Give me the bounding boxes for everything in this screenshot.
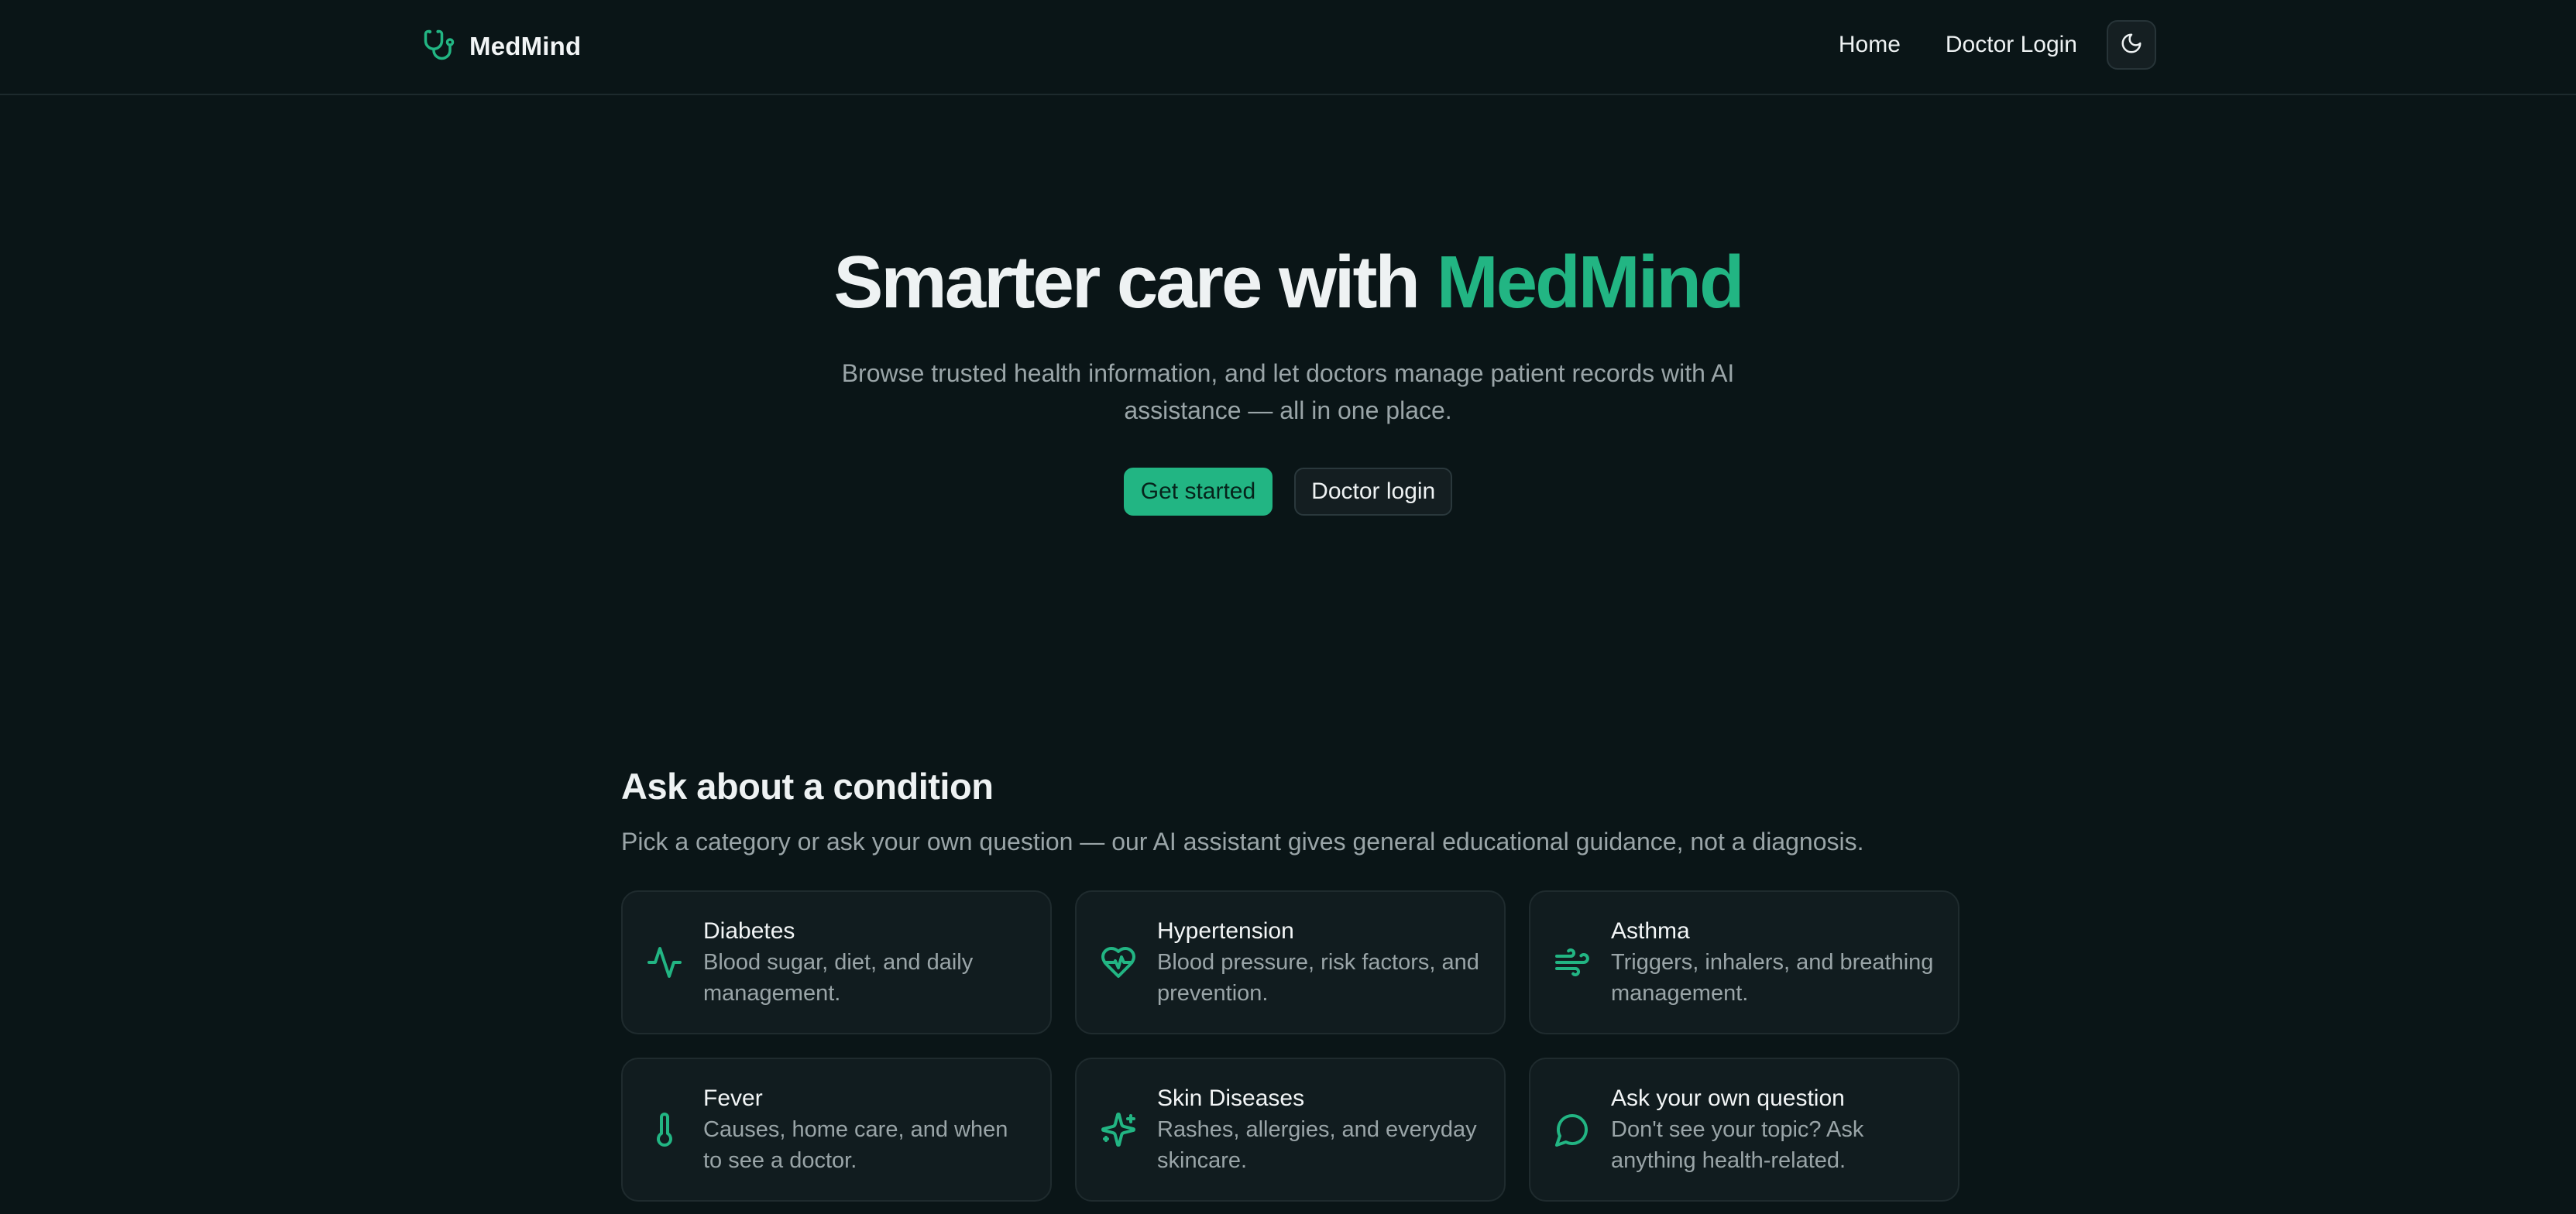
condition-card-title: Fever bbox=[703, 1085, 763, 1111]
condition-card-diabetes[interactable]: Diabetes Blood sugar, diet, and daily ma… bbox=[621, 890, 1052, 1034]
condition-card-skin-diseases[interactable]: Skin Diseases Rashes, allergies, and eve… bbox=[1075, 1058, 1506, 1202]
condition-card-hypertension[interactable]: Hypertension Blood pressure, risk factor… bbox=[1075, 890, 1506, 1034]
doctor-login-button[interactable]: Doctor login bbox=[1294, 468, 1453, 516]
condition-card-title: Skin Diseases bbox=[1157, 1085, 1305, 1111]
conditions-section: Ask about a condition Pick a category or… bbox=[621, 765, 1961, 1202]
brand-name: MedMind bbox=[469, 32, 582, 60]
moon-icon bbox=[2120, 32, 2143, 59]
conditions-title: Ask about a condition bbox=[621, 766, 994, 807]
condition-card-desc: Causes, home care, and when to see a doc… bbox=[703, 1117, 1008, 1173]
condition-card-desc: Triggers, inhalers, and breathing manage… bbox=[1611, 950, 1934, 1006]
condition-card-desc: Don't see your topic? Ask anything healt… bbox=[1611, 1117, 1864, 1173]
hero-section: Smarter care with MedMind Browse trusted… bbox=[0, 232, 2576, 516]
condition-card-desc: Blood pressure, risk factors, and preven… bbox=[1157, 950, 1479, 1006]
wind-icon bbox=[1554, 944, 1591, 981]
activity-icon bbox=[646, 944, 683, 981]
conditions-subtitle: Pick a category or ask your own question… bbox=[621, 828, 1864, 856]
condition-card-title: Asthma bbox=[1611, 918, 1690, 944]
condition-card-desc: Rashes, allergies, and everyday skincare… bbox=[1157, 1117, 1477, 1173]
condition-card-title: Ask your own question bbox=[1611, 1085, 1845, 1111]
top-navbar: MedMind Home Doctor Login bbox=[0, 0, 2576, 95]
conditions-grid: Diabetes Blood sugar, diet, and daily ma… bbox=[621, 890, 1961, 1202]
condition-card-title: Hypertension bbox=[1157, 918, 1294, 944]
nav-link-doctor-login[interactable]: Doctor Login bbox=[1946, 32, 2077, 58]
thermometer-icon bbox=[646, 1111, 683, 1148]
condition-card-asthma[interactable]: Asthma Triggers, inhalers, and breathing… bbox=[1529, 890, 1959, 1034]
chat-bubble-icon bbox=[1554, 1111, 1591, 1148]
brand-logo[interactable]: MedMind bbox=[423, 28, 581, 65]
sparkles-icon bbox=[1100, 1111, 1137, 1148]
hero-actions: Get started Doctor login bbox=[0, 468, 2576, 516]
stethoscope-icon bbox=[423, 29, 455, 65]
condition-card-fever[interactable]: Fever Causes, home care, and when to see… bbox=[621, 1058, 1052, 1202]
hero-title-accent: MedMind bbox=[1436, 241, 1745, 324]
hero-title-prefix: Smarter care with bbox=[833, 241, 1437, 324]
hero-title: Smarter care with MedMind bbox=[0, 232, 2576, 333]
get-started-button[interactable]: Get started bbox=[1123, 468, 1273, 516]
nav-link-home[interactable]: Home bbox=[1839, 32, 1901, 58]
hero-subtitle: Browse trusted health information, and l… bbox=[841, 359, 1735, 424]
nav-links: Home Doctor Login bbox=[1839, 20, 2156, 70]
theme-toggle-button[interactable] bbox=[2107, 20, 2156, 70]
heart-pulse-icon bbox=[1100, 944, 1137, 981]
condition-card-title: Diabetes bbox=[703, 918, 795, 944]
condition-card-desc: Blood sugar, diet, and daily management. bbox=[703, 950, 974, 1006]
condition-card-ask-question[interactable]: Ask your own question Don't see your top… bbox=[1529, 1058, 1959, 1202]
